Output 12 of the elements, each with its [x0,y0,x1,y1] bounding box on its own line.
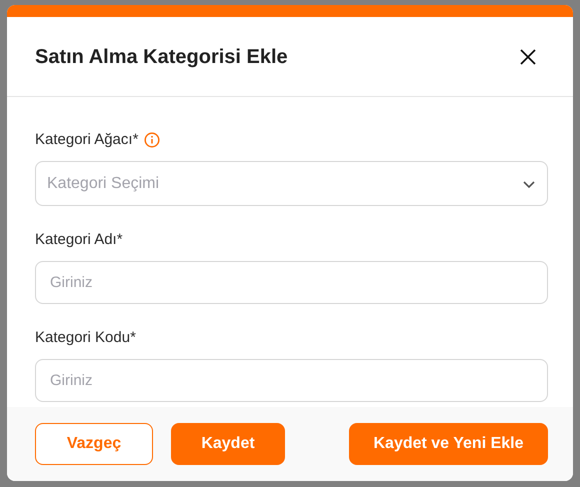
field-label: Kategori Kodu* [35,328,136,348]
close-icon[interactable] [519,48,537,66]
save-button[interactable]: Kaydet ve Yeni Ekle [349,423,548,465]
save-button[interactable]: Kaydet [171,423,285,465]
field-label: Kategori Ağacı* [35,130,138,150]
info-icon[interactable] [144,132,160,148]
cancel-button[interactable]: Vazgeç [35,423,153,465]
field-label: Kategori Adı* [35,230,123,250]
category-select[interactable]: Kategori Seçimi [35,161,548,206]
input-field[interactable]: Giriniz [35,261,548,304]
dialog-title: Satın Alma Kategorisi Ekle [35,44,288,70]
input-field[interactable]: Giriniz [35,359,548,402]
